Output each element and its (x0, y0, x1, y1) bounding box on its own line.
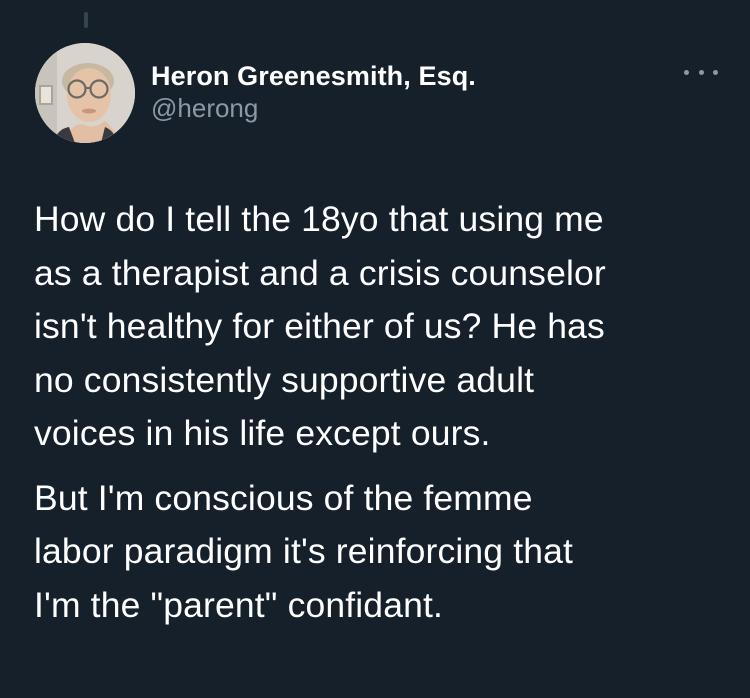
profile-photo-icon (35, 43, 135, 143)
tweet-author[interactable]: Heron Greenesmith, Esq. @herong (151, 60, 476, 124)
author-handle[interactable]: @herong (151, 92, 476, 124)
more-dot (698, 69, 704, 75)
thread-connector-line (84, 12, 88, 28)
tweet-text: How do I tell the 18yo that using me as … (34, 193, 734, 632)
more-dot (684, 69, 689, 75)
author-display-name[interactable]: Heron Greenesmith, Esq. (151, 60, 476, 92)
more-options-icon[interactable] (684, 62, 718, 82)
more-dot (713, 69, 718, 75)
tweet-paragraph: But I'm conscious of the femme labor par… (34, 477, 574, 625)
tweet-paragraph: How do I tell the 18yo that using me as … (34, 199, 606, 453)
avatar[interactable] (35, 43, 135, 143)
